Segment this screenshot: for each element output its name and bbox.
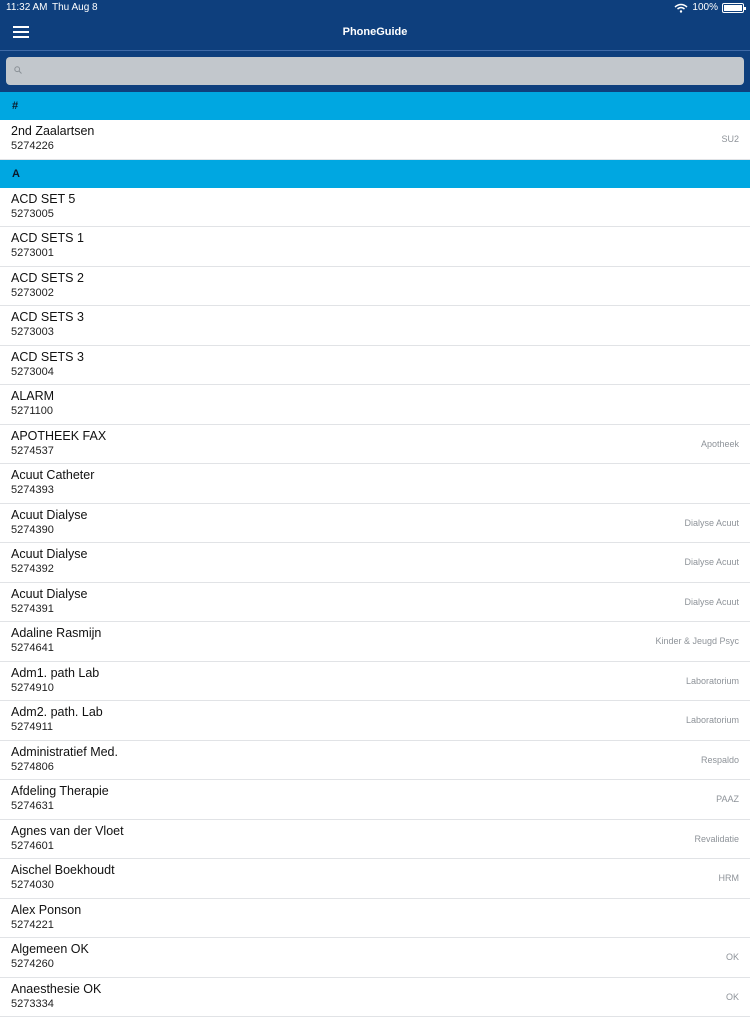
battery-percent: 100%: [692, 2, 718, 13]
contact-number: 5273002: [11, 287, 54, 299]
nav-bar: PhoneGuide: [0, 16, 750, 50]
wifi-icon: [674, 3, 688, 13]
contact-number: 5273003: [11, 326, 54, 338]
list-item[interactable]: Aischel Boekhoudt 5274030 HRM: [0, 859, 750, 899]
contact-number: 5274911: [11, 721, 53, 733]
contact-department: Laboratorium: [686, 676, 739, 686]
contact-number: 5273334: [11, 998, 54, 1010]
contact-number: 5274537: [11, 445, 54, 457]
battery-icon: [722, 3, 744, 13]
list-item[interactable]: Afdeling Therapie 5274631 PAAZ: [0, 780, 750, 820]
contact-name: Administratief Med.: [11, 745, 118, 759]
contact-name: APOTHEEK FAX: [11, 429, 106, 443]
contact-name: Acuut Dialyse: [11, 587, 87, 601]
contact-name: Anaesthesie OK: [11, 982, 101, 996]
contact-number: 5274260: [11, 958, 54, 970]
list-item[interactable]: APOTHEEK FAX 5274537 Apotheek: [0, 425, 750, 465]
list-item[interactable]: Anaesthesie OK 5273334 OK: [0, 978, 750, 1017]
contact-department: OK: [726, 952, 739, 962]
list-item[interactable]: ACD SETS 1 5273001: [0, 227, 750, 267]
status-date: Thu Aug 8: [52, 2, 98, 13]
contact-number: 5274641: [11, 642, 54, 654]
contact-number: 5274221: [11, 919, 54, 931]
section-header: A: [0, 160, 750, 188]
contact-name: Adaline Rasmijn: [11, 626, 101, 640]
list-item[interactable]: Alex Ponson 5274221: [0, 899, 750, 939]
contact-number: 5274910: [11, 682, 54, 694]
list-item[interactable]: ACD SETS 3 5273004: [0, 346, 750, 386]
contact-number: 5273005: [11, 208, 54, 220]
list-item[interactable]: Adm2. path. Lab 5274911 Laboratorium: [0, 701, 750, 741]
contact-name: Afdeling Therapie: [11, 784, 109, 798]
list-item[interactable]: Adm1. path Lab 5274910 Laboratorium: [0, 662, 750, 702]
section-header: #: [0, 92, 750, 120]
status-time: 11:32 AM: [6, 2, 48, 13]
contact-department: Dialyse Acuut: [684, 518, 739, 528]
contact-name: Agnes van der Vloet: [11, 824, 124, 838]
contact-list: #2nd Zaalartsen 5274226 SU2 A ACD SET 5 52730…: [0, 92, 750, 1017]
contact-number: 5273001: [11, 247, 54, 259]
contact-name: ACD SETS 2: [11, 271, 84, 285]
contact-department: Dialyse Acuut: [684, 557, 739, 567]
top-bar: 11:32 AM Thu Aug 8 100% PhoneGuide: [0, 0, 750, 92]
contact-number: 5274601: [11, 840, 54, 852]
contact-name: ACD SET 5: [11, 192, 75, 206]
contact-name: Adm1. path Lab: [11, 666, 99, 680]
contact-name: ALARM: [11, 389, 54, 403]
contact-number: 5274393: [11, 484, 54, 496]
contact-number: 5274390: [11, 524, 54, 536]
contact-department: OK: [726, 992, 739, 1002]
search-input[interactable]: [28, 61, 732, 83]
contact-number: 5274631: [11, 800, 54, 812]
list-item[interactable]: Algemeen OK 5274260 OK: [0, 938, 750, 978]
contact-number: 5271100: [11, 405, 53, 417]
list-item[interactable]: Acuut Dialyse 5274390 Dialyse Acuut: [0, 504, 750, 544]
search-bar[interactable]: [6, 57, 744, 85]
contact-number: 5274226: [11, 140, 54, 152]
contact-name: ACD SETS 3: [11, 310, 84, 324]
list-item[interactable]: Administratief Med. 5274806 Respaldo: [0, 741, 750, 781]
contact-name: Alex Ponson: [11, 903, 81, 917]
list-item[interactable]: Acuut Dialyse 5274391 Dialyse Acuut: [0, 583, 750, 623]
contact-number: 5273004: [11, 366, 54, 378]
list-item[interactable]: ALARM 5271100: [0, 385, 750, 425]
contact-number: 5274806: [11, 761, 54, 773]
contact-department: Kinder & Jeugd Psyc: [655, 636, 739, 646]
status-bar: 11:32 AM Thu Aug 8 100%: [0, 0, 750, 15]
contact-name: 2nd Zaalartsen: [11, 124, 94, 138]
list-item[interactable]: 2nd Zaalartsen 5274226 SU2: [0, 120, 750, 160]
contact-department: PAAZ: [716, 794, 739, 804]
contact-number: 5274392: [11, 563, 54, 575]
contact-department: Respaldo: [701, 755, 739, 765]
list-item[interactable]: ACD SET 5 5273005: [0, 188, 750, 228]
contact-number: 5274391: [11, 603, 54, 615]
contact-department: Laboratorium: [686, 715, 739, 725]
list-item[interactable]: Adaline Rasmijn 5274641 Kinder & Jeugd Psy…: [0, 622, 750, 662]
contact-department: Apotheek: [701, 439, 739, 449]
contact-name: ACD SETS 1: [11, 231, 84, 245]
contact-name: Acuut Dialyse: [11, 547, 87, 561]
nav-divider: [0, 50, 750, 51]
contact-name: ACD SETS 3: [11, 350, 84, 364]
contact-department: SU2: [721, 134, 739, 144]
list-item[interactable]: Acuut Catheter 5274393: [0, 464, 750, 504]
contact-name: Adm2. path. Lab: [11, 705, 103, 719]
contact-name: Algemeen OK: [11, 942, 89, 956]
contact-department: Dialyse Acuut: [684, 597, 739, 607]
list-item[interactable]: ACD SETS 2 5273002: [0, 267, 750, 307]
list-item[interactable]: ACD SETS 3 5273003: [0, 306, 750, 346]
page-title: PhoneGuide: [0, 26, 750, 38]
contact-name: Acuut Catheter: [11, 468, 94, 482]
list-item[interactable]: Agnes van der Vloet 5274601 Revalidatie: [0, 820, 750, 860]
status-right: 100%: [674, 2, 744, 13]
search-icon: [14, 66, 22, 74]
list-item[interactable]: Acuut Dialyse 5274392 Dialyse Acuut: [0, 543, 750, 583]
contact-number: 5274030: [11, 879, 54, 891]
contact-name: Aischel Boekhoudt: [11, 863, 115, 877]
contact-name: Acuut Dialyse: [11, 508, 87, 522]
contact-department: HRM: [719, 873, 740, 883]
contact-department: Revalidatie: [694, 834, 739, 844]
